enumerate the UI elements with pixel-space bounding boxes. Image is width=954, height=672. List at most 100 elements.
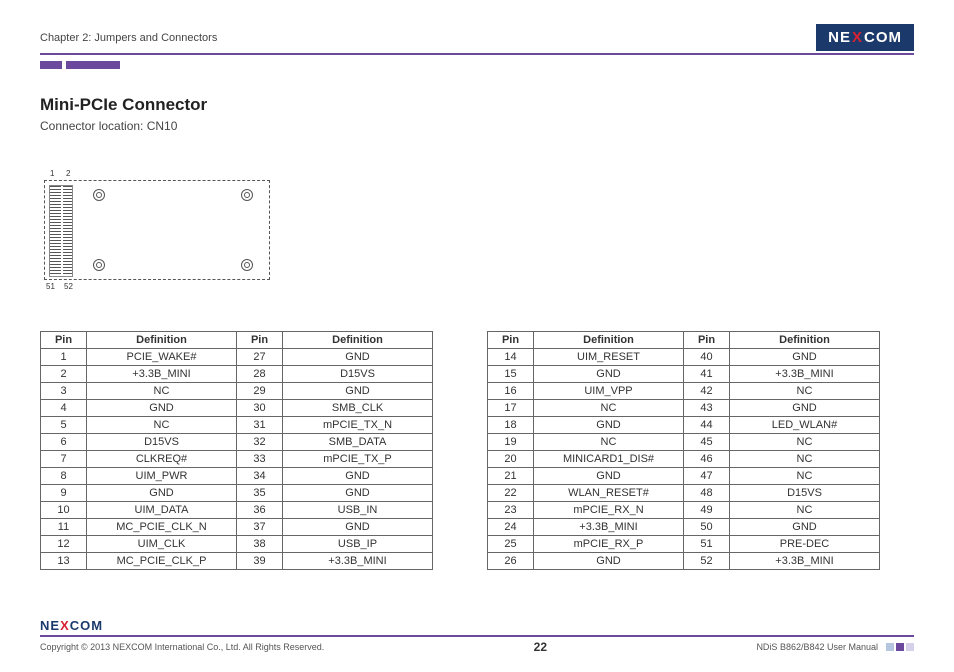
table-row: 1PCIE_WAKE#27GND — [41, 349, 433, 366]
definition-cell: WLAN_RESET# — [534, 485, 684, 502]
pin-cell: 20 — [488, 451, 534, 468]
definition-cell: UIM_DATA — [87, 502, 237, 519]
pin-cell: 21 — [488, 468, 534, 485]
mounting-hole-icon — [241, 259, 253, 271]
definition-cell: SMB_DATA — [283, 434, 433, 451]
definition-cell: NC — [730, 434, 880, 451]
pin-cell: 49 — [684, 502, 730, 519]
definition-cell: GND — [534, 417, 684, 434]
table-header-definition: Definition — [730, 332, 880, 349]
definition-cell: USB_IP — [283, 536, 433, 553]
definition-cell: GND — [534, 468, 684, 485]
definition-cell: PRE-DEC — [730, 536, 880, 553]
definition-cell: SMB_CLK — [283, 400, 433, 417]
table-row: 26GND52+3.3B_MINI — [488, 553, 880, 570]
definition-cell: GND — [730, 400, 880, 417]
table-row: 4GND30SMB_CLK — [41, 400, 433, 417]
table-row: 22WLAN_RESET#48D15VS — [488, 485, 880, 502]
table-row: 9GND35GND — [41, 485, 433, 502]
table-row: 25mPCIE_RX_P51PRE-DEC — [488, 536, 880, 553]
definition-cell: UIM_VPP — [534, 383, 684, 400]
definition-cell: MC_PCIE_CLK_N — [87, 519, 237, 536]
logo-x-icon: X — [852, 29, 863, 46]
table-row: 14UIM_RESET40GND — [488, 349, 880, 366]
diagram-pad-strip — [49, 185, 73, 277]
pin-cell: 27 — [237, 349, 283, 366]
pin-cell: 36 — [237, 502, 283, 519]
pin-cell: 34 — [237, 468, 283, 485]
pin-cell: 52 — [684, 553, 730, 570]
chapter-label: Chapter 2: Jumpers and Connectors — [40, 32, 217, 44]
nexcom-logo: NEXCOM — [816, 24, 914, 51]
pin-cell: 14 — [488, 349, 534, 366]
pin-cell: 37 — [237, 519, 283, 536]
pinout-table-left: Pin Definition Pin Definition 1PCIE_WAKE… — [40, 331, 433, 570]
pin-cell: 19 — [488, 434, 534, 451]
definition-cell: mPCIE_RX_P — [534, 536, 684, 553]
table-row: 20MINICARD1_DIS#46NC — [488, 451, 880, 468]
pin-cell: 8 — [41, 468, 87, 485]
pin-cell: 47 — [684, 468, 730, 485]
table-header-definition: Definition — [534, 332, 684, 349]
definition-cell: GND — [283, 383, 433, 400]
pin-cell: 2 — [41, 366, 87, 383]
pin-cell: 29 — [237, 383, 283, 400]
definition-cell: mPCIE_TX_N — [283, 417, 433, 434]
pin-cell: 12 — [41, 536, 87, 553]
table-row: 15GND41+3.3B_MINI — [488, 366, 880, 383]
pin-cell: 45 — [684, 434, 730, 451]
definition-cell: GND — [283, 485, 433, 502]
definition-cell: USB_IN — [283, 502, 433, 519]
pin-cell: 4 — [41, 400, 87, 417]
table-row: 12UIM_CLK38USB_IP — [41, 536, 433, 553]
footer-logo: NEXCOM — [40, 618, 914, 633]
pin-cell: 43 — [684, 400, 730, 417]
table-row: 21GND47NC — [488, 468, 880, 485]
pin-cell: 24 — [488, 519, 534, 536]
pin-cell: 18 — [488, 417, 534, 434]
table-row: 24+3.3B_MINI50GND — [488, 519, 880, 536]
table-header-pin: Pin — [488, 332, 534, 349]
definition-cell: +3.3B_MINI — [87, 366, 237, 383]
definition-cell: MC_PCIE_CLK_P — [87, 553, 237, 570]
definition-cell: NC — [730, 502, 880, 519]
pin-cell: 3 — [41, 383, 87, 400]
table-row: 11MC_PCIE_CLK_N37GND — [41, 519, 433, 536]
definition-cell: D15VS — [87, 434, 237, 451]
pin-cell: 46 — [684, 451, 730, 468]
pin-cell: 9 — [41, 485, 87, 502]
table-row: 17NC43GND — [488, 400, 880, 417]
mounting-hole-icon — [241, 189, 253, 201]
page-number: 22 — [534, 640, 547, 654]
definition-cell: D15VS — [283, 366, 433, 383]
pin-cell: 32 — [237, 434, 283, 451]
pin-cell: 7 — [41, 451, 87, 468]
definition-cell: GND — [283, 519, 433, 536]
pin-cell: 40 — [684, 349, 730, 366]
page-footer: NEXCOM Copyright © 2013 NEXCOM Internati… — [40, 618, 914, 654]
table-row: 3NC29GND — [41, 383, 433, 400]
table-row: 5NC31mPCIE_TX_N — [41, 417, 433, 434]
definition-cell: GND — [87, 400, 237, 417]
table-row: 23mPCIE_RX_N49NC — [488, 502, 880, 519]
table-row: 10UIM_DATA36USB_IN — [41, 502, 433, 519]
definition-cell: CLKREQ# — [87, 451, 237, 468]
pin-cell: 35 — [237, 485, 283, 502]
pin-cell: 39 — [237, 553, 283, 570]
diagram-pin-label: 2 — [66, 169, 70, 178]
mounting-hole-icon — [93, 259, 105, 271]
pin-cell: 51 — [684, 536, 730, 553]
pin-cell: 25 — [488, 536, 534, 553]
pin-cell: 42 — [684, 383, 730, 400]
pin-cell: 48 — [684, 485, 730, 502]
footer-decor-icon — [886, 643, 914, 651]
pin-cell: 38 — [237, 536, 283, 553]
copyright-text: Copyright © 2013 NEXCOM International Co… — [40, 642, 324, 652]
table-header-pin: Pin — [237, 332, 283, 349]
section-subtitle: Connector location: CN10 — [40, 119, 914, 133]
pin-cell: 5 — [41, 417, 87, 434]
pin-cell: 31 — [237, 417, 283, 434]
definition-cell: UIM_PWR — [87, 468, 237, 485]
pin-cell: 13 — [41, 553, 87, 570]
definition-cell: +3.3B_MINI — [730, 553, 880, 570]
